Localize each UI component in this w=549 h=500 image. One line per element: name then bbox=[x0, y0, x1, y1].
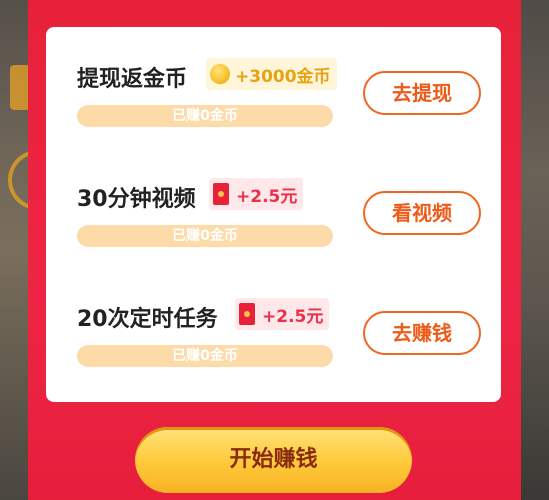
withdraw-button[interactable]: 去提现 bbox=[363, 71, 481, 115]
background-right bbox=[521, 0, 549, 500]
progress-bar: 已赚0金币 bbox=[77, 345, 333, 367]
progress-bar: 已赚0金币 bbox=[77, 225, 333, 247]
task-title: 提现返金币 bbox=[77, 67, 188, 92]
reward-text: +2.5元 bbox=[236, 186, 298, 207]
task-row-timed: 20次定时任务 +2.5元 已赚0金币 去赚钱 bbox=[46, 267, 501, 387]
task-card: 提现返金币 +3000金币 已赚0金币 去提现 30分钟视频 +2.5元 已赚0… bbox=[46, 27, 501, 402]
watch-video-button[interactable]: 看视频 bbox=[363, 191, 481, 235]
background-badge bbox=[10, 65, 30, 110]
task-title: 30分钟视频 bbox=[77, 187, 196, 212]
reward-badge: +2.5元 bbox=[235, 298, 330, 330]
task-row-withdraw: 提现返金币 +3000金币 已赚0金币 去提现 bbox=[46, 27, 501, 147]
task-row-video: 30分钟视频 +2.5元 已赚0金币 看视频 bbox=[46, 147, 501, 267]
red-envelope-icon bbox=[239, 303, 255, 325]
start-earning-button[interactable]: 开始赚钱 bbox=[135, 427, 412, 493]
coin-icon bbox=[210, 64, 230, 84]
red-envelope-icon bbox=[213, 183, 229, 205]
earn-money-button[interactable]: 去赚钱 bbox=[363, 311, 481, 355]
reward-badge: +2.5元 bbox=[209, 178, 304, 210]
progress-bar: 已赚0金币 bbox=[77, 105, 333, 127]
reward-text: +3000金币 bbox=[235, 66, 331, 87]
reward-badge: +3000金币 bbox=[206, 58, 337, 90]
reward-text: +2.5元 bbox=[262, 306, 324, 327]
task-title: 20次定时任务 bbox=[77, 307, 218, 332]
